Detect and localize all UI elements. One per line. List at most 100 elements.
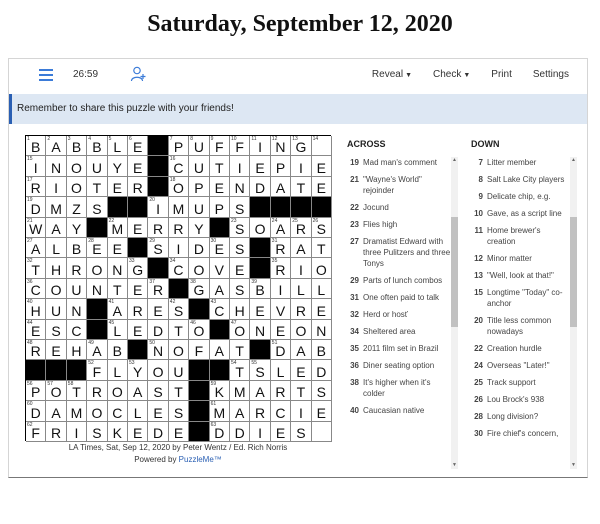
grid-cell[interactable]: E bbox=[250, 156, 271, 177]
grid-cell[interactable]: 13 G bbox=[291, 136, 312, 157]
grid-cell[interactable]: 5L bbox=[107, 136, 128, 157]
clue-item[interactable]: 15 Longtime "Today" co-anchor bbox=[465, 287, 569, 309]
grid-cell[interactable] bbox=[311, 421, 332, 442]
grid-cell[interactable]: R bbox=[46, 421, 67, 442]
grid-cell[interactable]: S bbox=[46, 319, 67, 340]
grid-cell[interactable]: 22 M bbox=[107, 217, 128, 238]
grid-cell[interactable]: 4B bbox=[87, 136, 108, 157]
grid-cell[interactable]: T bbox=[311, 238, 332, 259]
crossword-grid[interactable]: 1 B 2 A 3 B 4 B 5 L 6 E 7 P 8 U 9 F 10 F 11 I 12 N 13 G 14 15 I N O U Y E… bbox=[25, 135, 332, 442]
grid-cell[interactable]: P bbox=[189, 176, 210, 198]
grid-cell[interactable]: A bbox=[291, 340, 312, 361]
grid-cell[interactable]: 51 D bbox=[270, 340, 292, 361]
grid-cell[interactable]: O bbox=[87, 258, 108, 279]
grid-cell[interactable]: E bbox=[209, 176, 230, 198]
grid-cell[interactable]: 8U bbox=[189, 136, 210, 157]
print-button[interactable]: Print bbox=[491, 69, 512, 80]
grid-cell[interactable]: A bbox=[46, 217, 67, 238]
clue-item[interactable]: 38 It's higher when it's colder bbox=[341, 377, 451, 399]
clue-item[interactable]: 28 Long division? bbox=[465, 411, 569, 422]
grid-cell[interactable]: 9F bbox=[209, 136, 230, 157]
scroll-up-icon[interactable]: ▲ bbox=[570, 157, 577, 164]
grid-cell[interactable]: U bbox=[168, 360, 190, 381]
hamburger-menu-icon[interactable] bbox=[39, 69, 53, 81]
grid-cell[interactable]: O bbox=[311, 258, 332, 279]
grid-cell[interactable]: I bbox=[291, 401, 312, 422]
grid-cell[interactable]: 30 E bbox=[209, 238, 230, 259]
grid-cell[interactable]: S bbox=[311, 380, 332, 402]
scroll-down-icon[interactable]: ▼ bbox=[570, 462, 577, 469]
grid-cell[interactable]: N bbox=[87, 278, 108, 300]
grid-cell[interactable]: S bbox=[87, 197, 108, 218]
grid-cell[interactable]: R bbox=[168, 217, 190, 238]
grid-cell[interactable]: 40 H bbox=[26, 299, 47, 320]
grid-cell[interactable]: 24 A bbox=[270, 217, 292, 238]
grid-cell[interactable]: B bbox=[311, 340, 332, 361]
grid-cell[interactable]: P bbox=[270, 156, 292, 177]
grid-cell[interactable]: Z bbox=[66, 197, 88, 218]
clue-item[interactable]: 7 Litter member bbox=[465, 157, 569, 168]
clue-item[interactable]: 27 Dramatist Edward with three Pulitzers … bbox=[341, 236, 451, 269]
grid-cell[interactable]: 12 N bbox=[270, 136, 292, 157]
grid-cell[interactable]: 28 E bbox=[87, 238, 108, 259]
clue-item[interactable]: 24 Overseas "Later!" bbox=[465, 360, 569, 371]
grid-cell[interactable]: 56 P bbox=[26, 380, 47, 402]
clue-item[interactable]: 25 Track support bbox=[465, 377, 569, 388]
clue-item[interactable]: 23 Flies high bbox=[341, 219, 451, 230]
clue-item[interactable]: 32 Herd or hosť bbox=[341, 309, 451, 320]
grid-cell[interactable]: E bbox=[168, 421, 190, 442]
grid-cell[interactable]: 33 G bbox=[128, 258, 149, 279]
grid-cell[interactable]: T bbox=[87, 176, 108, 198]
grid-cell[interactable]: A bbox=[46, 401, 67, 422]
add-user-icon[interactable] bbox=[129, 65, 147, 83]
clue-item[interactable]: 40 Caucasian native bbox=[341, 405, 451, 416]
grid-cell[interactable]: H bbox=[46, 258, 67, 279]
grid-cell[interactable]: N bbox=[66, 299, 88, 320]
grid-cell[interactable]: 21 W bbox=[26, 217, 47, 238]
grid-cell[interactable]: O bbox=[189, 258, 210, 279]
timer[interactable]: 26:59 bbox=[73, 69, 98, 80]
grid-cell[interactable]: H bbox=[66, 340, 88, 361]
grid-cell[interactable]: R bbox=[291, 299, 312, 320]
grid-cell[interactable]: I bbox=[230, 156, 251, 177]
grid-cell[interactable]: 49 A bbox=[87, 340, 108, 361]
grid-cell[interactable]: E bbox=[311, 401, 332, 422]
clue-item[interactable]: 22 Jocund bbox=[341, 202, 451, 213]
grid-cell[interactable]: N bbox=[230, 176, 251, 198]
grid-cell[interactable]: F bbox=[189, 340, 210, 361]
clue-item[interactable]: 36 Diner seating option bbox=[341, 360, 451, 371]
clue-item[interactable]: 35 2011 film set in Brazil bbox=[341, 343, 451, 354]
grid-cell[interactable]: 46 O bbox=[189, 319, 210, 340]
grid-cell[interactable]: I bbox=[250, 421, 271, 442]
grid-cell[interactable]: 47 O bbox=[230, 319, 251, 340]
grid-cell[interactable]: A bbox=[128, 380, 149, 402]
clue-item[interactable]: 13 "Well, look at that!" bbox=[465, 270, 569, 281]
grid-cell[interactable]: I bbox=[270, 278, 292, 300]
grid-cell[interactable]: E bbox=[107, 238, 128, 259]
grid-cell[interactable]: 37 R bbox=[148, 278, 169, 300]
grid-cell[interactable]: K bbox=[107, 421, 128, 442]
grid-cell[interactable]: 11 I bbox=[250, 136, 271, 157]
grid-cell[interactable]: 52 F bbox=[87, 360, 108, 381]
grid-cell[interactable]: 34 C bbox=[168, 258, 190, 279]
grid-cell[interactable]: D bbox=[250, 176, 271, 198]
grid-cell[interactable]: U bbox=[189, 156, 210, 177]
grid-cell[interactable]: N bbox=[46, 156, 67, 177]
grid-cell[interactable]: A bbox=[209, 278, 230, 300]
grid-cell[interactable]: S bbox=[148, 380, 169, 402]
grid-cell[interactable]: R bbox=[148, 217, 169, 238]
scroll-down-icon[interactable]: ▼ bbox=[451, 462, 458, 469]
grid-cell[interactable]: 38 G bbox=[189, 278, 210, 300]
grid-cell[interactable]: S bbox=[168, 401, 190, 422]
grid-cell[interactable]: C bbox=[270, 401, 292, 422]
grid-cell[interactable]: E bbox=[311, 299, 332, 320]
grid-cell[interactable]: 25 R bbox=[291, 217, 312, 238]
grid-cell[interactable]: O bbox=[46, 278, 67, 300]
grid-cell[interactable]: Y bbox=[66, 217, 88, 238]
grid-cell[interactable]: 6E bbox=[128, 136, 149, 157]
grid-cell[interactable]: O bbox=[87, 401, 108, 422]
grid-cell[interactable]: 59 K bbox=[209, 380, 230, 402]
grid-cell[interactable]: 39 B bbox=[250, 278, 271, 300]
grid-cell[interactable]: T bbox=[107, 278, 128, 300]
grid-cell[interactable]: R bbox=[250, 401, 271, 422]
